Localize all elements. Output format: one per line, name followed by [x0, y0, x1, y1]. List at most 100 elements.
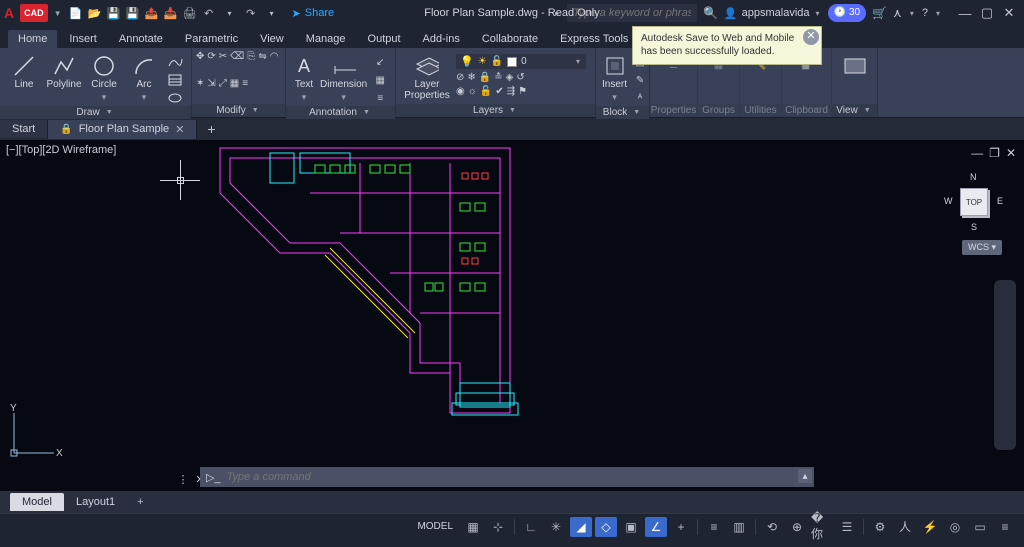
line-button[interactable]: Line: [6, 52, 42, 91]
caret-down-icon[interactable]: ▾: [936, 9, 940, 18]
layer-walk-icon[interactable]: ⇶: [507, 86, 515, 97]
dimension-button[interactable]: Dimension ▾: [320, 52, 367, 102]
redo-icon[interactable]: ↷: [243, 5, 259, 21]
rotate-icon[interactable]: ⟳: [207, 51, 215, 62]
tab-parametric[interactable]: Parametric: [175, 30, 248, 48]
add-layout-button[interactable]: +: [127, 493, 153, 511]
trim-icon[interactable]: ✂: [219, 51, 227, 62]
new-icon[interactable]: 📄: [68, 5, 84, 21]
spline-icon[interactable]: [166, 54, 184, 70]
status-model[interactable]: MODEL: [417, 521, 453, 532]
polyline-button[interactable]: Polyline: [46, 52, 82, 91]
search-icon[interactable]: 🔍: [703, 6, 718, 20]
table-icon[interactable]: ▦: [371, 72, 389, 88]
tab-expresstools[interactable]: Express Tools: [550, 30, 638, 48]
arc-button[interactable]: Arc ▾: [126, 52, 162, 102]
isodraft-icon[interactable]: ◢: [570, 517, 592, 537]
vp-minimize-icon[interactable]: —: [971, 146, 983, 160]
viewcube-face[interactable]: TOP: [960, 188, 988, 216]
layer-freeze-icon[interactable]: ❄: [467, 72, 475, 83]
view-button[interactable]: [838, 52, 871, 78]
share-button[interactable]: ➤ Share: [292, 7, 335, 20]
viewport-label[interactable]: [−][Top][2D Wireframe]: [6, 144, 116, 156]
array-icon[interactable]: ▦: [230, 78, 239, 89]
erase-icon[interactable]: ⌫: [230, 51, 244, 62]
snap-icon[interactable]: ⊹: [487, 517, 509, 537]
mtext-icon[interactable]: ≡: [371, 90, 389, 106]
layer-unlock-icon[interactable]: 🔓: [480, 86, 492, 97]
command-line[interactable]: ▷_ ▴: [200, 467, 814, 487]
insert-button[interactable]: Insert ▾: [602, 52, 627, 102]
tab-view[interactable]: View: [250, 30, 294, 48]
isolate-icon[interactable]: ◎: [944, 517, 966, 537]
tab-addins[interactable]: Add-ins: [413, 30, 470, 48]
tab-annotate[interactable]: Annotate: [109, 30, 173, 48]
3dosnap-icon[interactable]: ▣: [620, 517, 642, 537]
panel-label-draw[interactable]: Draw▼: [0, 106, 191, 119]
panel-label-view[interactable]: View▼: [832, 104, 877, 117]
tab-collaborate[interactable]: Collaborate: [472, 30, 548, 48]
layer-on-icon[interactable]: ◉: [456, 86, 465, 97]
wcs-indicator[interactable]: WCS ▾: [962, 240, 1002, 255]
fillet-icon[interactable]: ◠: [270, 51, 279, 62]
offset-icon[interactable]: ≡: [242, 78, 248, 89]
transparency-icon[interactable]: ▥: [728, 517, 750, 537]
layer-lock-icon[interactable]: 🔒: [479, 72, 491, 83]
trial-timer[interactable]: 🕐 30: [828, 4, 867, 22]
quickprops-icon[interactable]: ☰: [836, 517, 858, 537]
caret-down-icon[interactable]: ▾: [910, 9, 914, 18]
selection-cycling-icon[interactable]: ⟲: [761, 517, 783, 537]
layer-state-icon[interactable]: ⚑: [518, 86, 527, 97]
layer-make-current-icon[interactable]: ✔: [495, 86, 503, 97]
panel-label-annotation[interactable]: Annotation▼: [286, 106, 395, 119]
command-history-icon[interactable]: ▴: [798, 469, 812, 483]
tab-home[interactable]: Home: [8, 30, 57, 48]
hardware-accel-icon[interactable]: ⚡: [919, 517, 941, 537]
user-menu[interactable]: 👤 appsmalavida ▾: [724, 7, 822, 20]
saveas-icon[interactable]: 💾: [125, 5, 141, 21]
workspace-icon[interactable]: ⚙: [869, 517, 891, 537]
circle-button[interactable]: Circle ▾: [86, 52, 122, 102]
ellipse-icon[interactable]: [166, 90, 184, 106]
scale-icon[interactable]: ⤢: [219, 78, 227, 89]
autodesk-app-icon[interactable]: ⋏: [893, 6, 902, 20]
tab-output[interactable]: Output: [358, 30, 411, 48]
open-icon[interactable]: 📂: [87, 5, 103, 21]
web-open-icon[interactable]: 📤: [144, 5, 160, 21]
file-tab-current[interactable]: 🔒 Floor Plan Sample ✕: [48, 120, 197, 139]
tab-insert[interactable]: Insert: [59, 30, 107, 48]
layer-prev-icon[interactable]: ↺: [516, 72, 524, 83]
close-tab-icon[interactable]: ✕: [175, 123, 184, 136]
vp-restore-icon[interactable]: ❐: [989, 146, 1000, 160]
navigation-bar[interactable]: [994, 280, 1016, 450]
layer-state-row[interactable]: 💡 ☀ 🔓 0 ▾: [456, 54, 586, 69]
layout-tab-model[interactable]: Model: [10, 493, 64, 511]
panel-label-layers[interactable]: Layers▼: [396, 104, 595, 117]
layer-off-icon[interactable]: ⊘: [456, 72, 464, 83]
copy-icon[interactable]: ⎘: [247, 51, 255, 62]
plot-icon[interactable]: 🖨: [182, 5, 198, 21]
maximize-button[interactable]: ▢: [978, 4, 996, 22]
units-icon[interactable]: �你: [811, 517, 833, 537]
undo-icon[interactable]: ↶: [201, 5, 217, 21]
file-tab-start[interactable]: Start: [0, 120, 48, 138]
new-file-tab-button[interactable]: +: [197, 118, 225, 140]
viewcube[interactable]: N S E W TOP: [946, 174, 1002, 230]
osnap-icon[interactable]: ◇: [595, 517, 617, 537]
hatch-icon[interactable]: [166, 72, 184, 88]
save-icon[interactable]: 💾: [106, 5, 122, 21]
edit-block-icon[interactable]: ✎: [631, 72, 649, 88]
layer-thaw-icon[interactable]: ☼: [468, 86, 477, 97]
panel-label-block[interactable]: Block▼: [596, 106, 649, 119]
cmd-menu-icon[interactable]: ⋮: [176, 472, 190, 486]
command-input[interactable]: [227, 471, 808, 483]
leader-icon[interactable]: ↙: [371, 54, 389, 70]
anno-scale-icon[interactable]: 人: [894, 517, 916, 537]
layout-tab-layout1[interactable]: Layout1: [64, 493, 127, 511]
close-button[interactable]: ✕: [1000, 4, 1018, 22]
grid-icon[interactable]: ▦: [462, 517, 484, 537]
otrack-icon[interactable]: ∠: [645, 517, 667, 537]
explode-icon[interactable]: ✶: [196, 78, 204, 89]
tooltip-close-icon[interactable]: ✕: [803, 29, 819, 45]
minimize-button[interactable]: —: [956, 4, 974, 22]
